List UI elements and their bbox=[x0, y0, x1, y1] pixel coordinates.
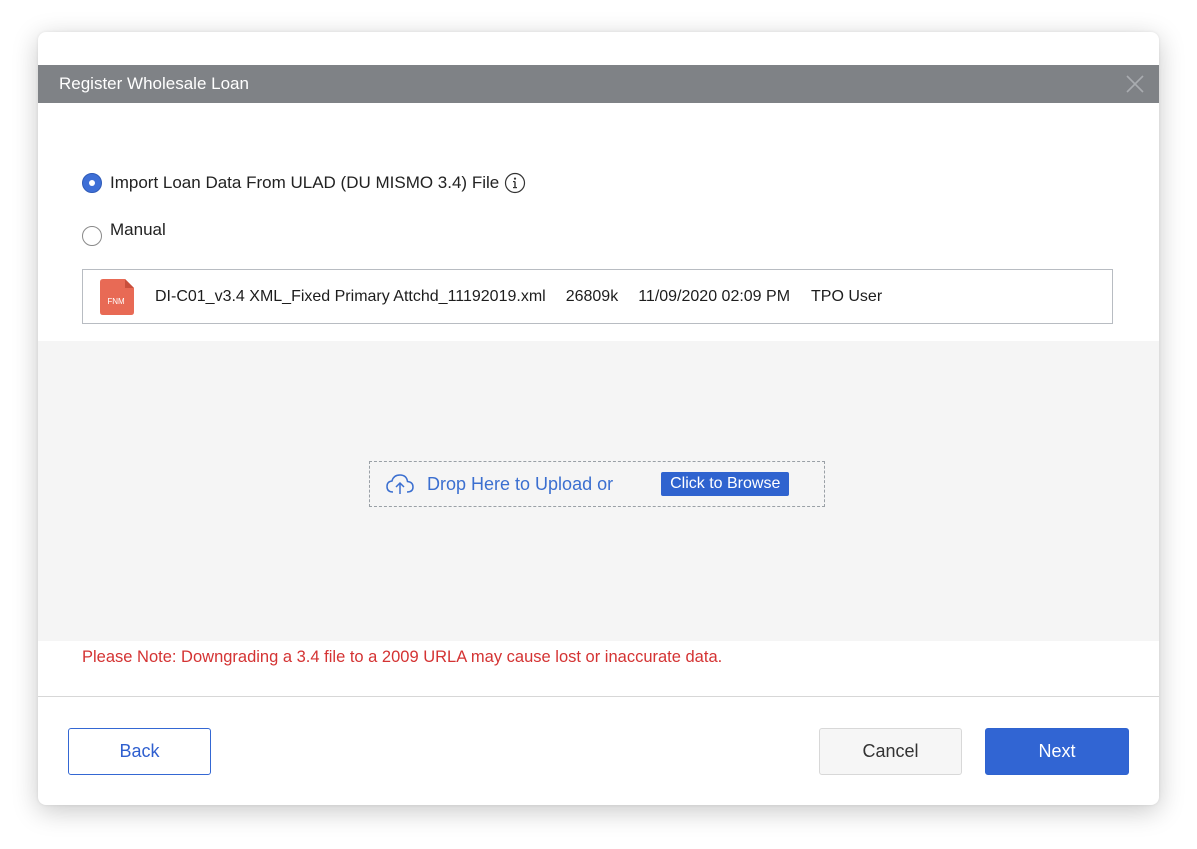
upload-area: Drop Here to Upload or Click to Browse bbox=[38, 341, 1159, 641]
file-name: DI-C01_v3.4 XML_Fixed Primary Attchd_111… bbox=[155, 287, 546, 305]
drop-zone[interactable]: Drop Here to Upload or Click to Browse bbox=[369, 461, 825, 507]
dialog-titlebar: Register Wholesale Loan bbox=[38, 65, 1159, 103]
file-date: 11/09/2020 02:09 PM bbox=[638, 287, 791, 305]
register-loan-dialog: Register Wholesale Loan Import Loan Data… bbox=[38, 32, 1159, 805]
cancel-button[interactable]: Cancel bbox=[819, 728, 962, 775]
import-option[interactable]: Import Loan Data From ULAD (DU MISMO 3.4… bbox=[82, 172, 526, 194]
downgrade-note: Please Note: Downgrading a 3.4 file to a… bbox=[82, 648, 723, 666]
next-button[interactable]: Next bbox=[985, 728, 1129, 775]
fnm-file-icon: FNM bbox=[99, 278, 135, 316]
info-icon[interactable] bbox=[504, 172, 526, 194]
browse-button[interactable]: Click to Browse bbox=[661, 472, 790, 496]
close-icon[interactable] bbox=[1125, 74, 1145, 94]
file-user: TPO User bbox=[811, 287, 883, 305]
import-option-label: Import Loan Data From ULAD (DU MISMO 3.4… bbox=[110, 173, 500, 192]
attached-file-row[interactable]: FNM DI-C01_v3.4 XML_Fixed Primary Attchd… bbox=[82, 269, 1113, 324]
fnm-icon-label: FNM bbox=[107, 297, 125, 306]
dialog-title: Register Wholesale Loan bbox=[59, 74, 249, 93]
back-button[interactable]: Back bbox=[68, 728, 211, 775]
manual-option-label: Manual bbox=[110, 220, 166, 239]
manual-option[interactable]: Manual bbox=[82, 220, 166, 246]
cloud-upload-icon bbox=[386, 474, 414, 494]
footer-divider bbox=[38, 696, 1159, 697]
import-radio[interactable] bbox=[82, 173, 102, 193]
drop-text: Drop Here to Upload or bbox=[427, 473, 614, 494]
manual-radio[interactable] bbox=[82, 226, 102, 246]
file-size: 26809k bbox=[565, 287, 619, 305]
